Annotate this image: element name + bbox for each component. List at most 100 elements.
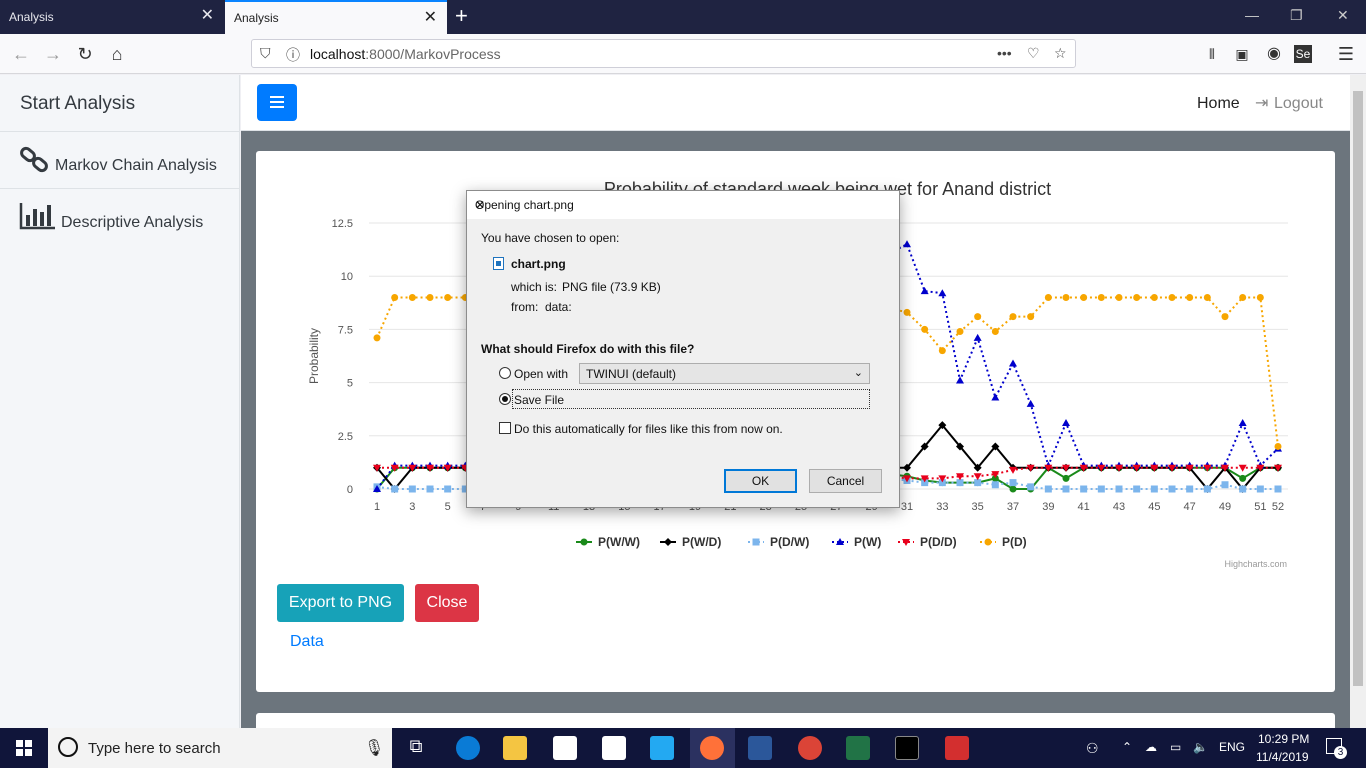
series-point[interactable] xyxy=(1239,293,1247,301)
vertical-scrollbar[interactable] xyxy=(1350,75,1366,728)
more-icon[interactable]: ••• xyxy=(997,45,1012,61)
scrollbar-thumb[interactable] xyxy=(1353,91,1363,686)
series-point[interactable] xyxy=(991,328,999,336)
series-point[interactable] xyxy=(408,485,416,493)
info-icon[interactable]: ⓘ xyxy=(286,45,300,65)
menu-icon[interactable]: ☰ xyxy=(1334,42,1358,66)
file-explorer-icon[interactable] xyxy=(503,736,527,760)
minimize-icon[interactable]: — xyxy=(1245,7,1259,23)
series-point[interactable] xyxy=(1186,293,1194,301)
taskbar-search[interactable]: Type here to search 🎙 xyxy=(48,728,392,768)
wifi-icon[interactable]: ▭ xyxy=(1170,740,1181,754)
series-point[interactable] xyxy=(1044,293,1052,301)
series-point[interactable] xyxy=(1150,485,1158,493)
restore-icon[interactable]: ❐ xyxy=(1290,7,1303,24)
save-file-label[interactable]: Save File xyxy=(514,393,564,407)
series-point[interactable] xyxy=(1027,483,1035,491)
legend-label[interactable]: P(D/W) xyxy=(770,535,809,549)
shield-icon[interactable]: ⛉ xyxy=(260,45,271,62)
series-point[interactable] xyxy=(1239,485,1247,493)
language-indicator[interactable]: ENG xyxy=(1219,740,1245,754)
series-point[interactable] xyxy=(1097,293,1105,301)
series-point[interactable] xyxy=(444,293,452,301)
series-point[interactable] xyxy=(1062,485,1070,493)
sidebar-toggle-icon[interactable]: ▣ xyxy=(1230,42,1254,66)
series-point[interactable] xyxy=(1221,481,1229,489)
series-point[interactable] xyxy=(938,289,947,297)
series-point[interactable] xyxy=(1168,293,1176,301)
dialog-close-icon[interactable]: ✕ xyxy=(475,198,889,212)
series-point[interactable] xyxy=(921,325,929,333)
series-point[interactable] xyxy=(752,538,760,546)
series-point[interactable] xyxy=(991,481,999,489)
home-link[interactable]: Home xyxy=(1197,95,1240,113)
open-with-radio[interactable] xyxy=(499,367,511,379)
mail-icon[interactable] xyxy=(602,736,626,760)
url-bar[interactable]: ⛉ ⓘ localhost:8000/MarkovProcess ••• ♡ ☆ xyxy=(251,39,1076,68)
tab-analysis-1[interactable]: Analysis ✕ xyxy=(0,0,224,34)
save-file-radio[interactable] xyxy=(499,393,511,405)
series-point[interactable] xyxy=(1080,485,1088,493)
tab-close-icon[interactable]: ✕ xyxy=(424,10,437,26)
series-point[interactable] xyxy=(426,293,434,301)
series-point[interactable] xyxy=(1062,419,1070,427)
export-png-button[interactable]: Export to PNG xyxy=(277,584,404,622)
clock-date[interactable]: 11/4/2019 xyxy=(1256,750,1309,764)
series-point[interactable] xyxy=(903,240,911,248)
menu-toggle-button[interactable] xyxy=(257,84,297,121)
series-point[interactable] xyxy=(1203,485,1211,493)
series-point[interactable] xyxy=(974,313,982,321)
series-point[interactable] xyxy=(664,538,672,546)
microphone-icon[interactable]: 🎙 xyxy=(364,738,384,758)
ok-button[interactable]: OK xyxy=(724,469,797,493)
extension-icon[interactable]: Se xyxy=(1294,45,1312,63)
series-point[interactable] xyxy=(426,485,434,493)
legend-label[interactable]: P(W/W) xyxy=(598,535,640,549)
series-point[interactable] xyxy=(1274,442,1282,450)
new-tab-icon[interactable]: + xyxy=(455,4,468,28)
auto-checkbox[interactable] xyxy=(499,422,511,434)
open-with-label[interactable]: Open with xyxy=(514,367,568,381)
series-point[interactable] xyxy=(973,333,982,341)
close-button[interactable]: Close xyxy=(415,584,479,622)
series-point[interactable] xyxy=(1044,485,1052,493)
open-with-select[interactable]: TWINUI (default) ⌄ xyxy=(579,363,870,384)
series-point[interactable] xyxy=(1009,359,1017,367)
pdf-reader-icon[interactable] xyxy=(945,736,969,760)
tab-close-icon[interactable]: ✕ xyxy=(201,8,214,24)
series-point[interactable] xyxy=(1238,419,1247,427)
series-point[interactable] xyxy=(1062,474,1070,482)
home-icon[interactable]: ⌂ xyxy=(105,42,129,66)
logout-link[interactable]: Logout xyxy=(1274,95,1323,113)
series-point[interactable] xyxy=(1027,313,1035,321)
series-point[interactable] xyxy=(956,376,964,384)
series-point[interactable] xyxy=(1062,293,1070,301)
star-icon[interactable]: ☆ xyxy=(1054,45,1067,62)
terminal-icon[interactable] xyxy=(895,736,919,760)
series-point[interactable] xyxy=(408,293,416,301)
people-icon[interactable]: ⚇ xyxy=(1086,740,1099,757)
series-point[interactable] xyxy=(1168,485,1176,493)
series-point[interactable] xyxy=(1186,485,1194,493)
vscode-icon[interactable] xyxy=(650,736,674,760)
auto-label[interactable]: Do this automatically for files like thi… xyxy=(514,422,783,436)
volume-icon[interactable]: 🔈 xyxy=(1193,740,1208,754)
forward-icon[interactable]: → xyxy=(41,42,65,66)
series-point[interactable] xyxy=(1115,293,1123,301)
store-icon[interactable] xyxy=(553,736,577,760)
series-point[interactable] xyxy=(1256,293,1264,301)
legend-label[interactable]: P(W) xyxy=(854,535,881,549)
series-point[interactable] xyxy=(1238,464,1247,472)
series-point[interactable] xyxy=(1009,466,1017,474)
series-point[interactable] xyxy=(903,308,911,316)
legend-label[interactable]: P(D/D) xyxy=(920,535,957,549)
windows-start-icon[interactable] xyxy=(16,740,32,756)
series-point[interactable] xyxy=(1133,293,1141,301)
excel-icon[interactable] xyxy=(846,736,870,760)
series-point[interactable] xyxy=(1080,293,1088,301)
sidebar-item-markov[interactable]: Markov Chain Analysis xyxy=(0,131,240,188)
reload-icon[interactable]: ↻ xyxy=(73,42,97,66)
logout-icon[interactable]: ⇥ xyxy=(1255,93,1268,113)
series-point[interactable] xyxy=(1026,399,1035,407)
series-point[interactable] xyxy=(938,347,946,355)
